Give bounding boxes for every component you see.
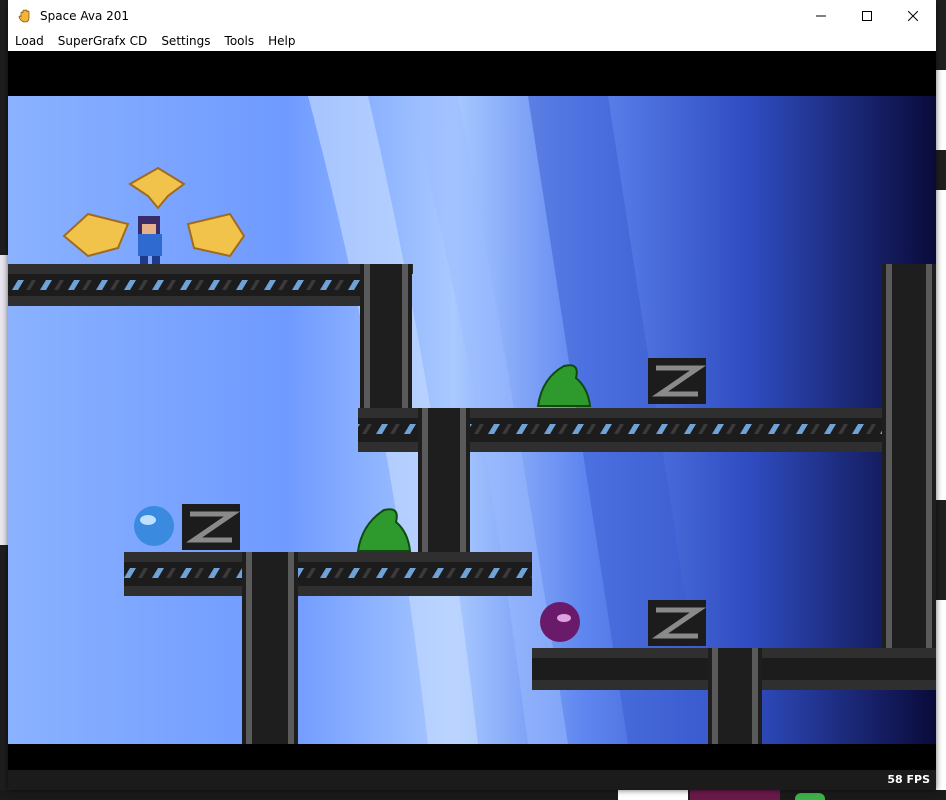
desktop-fragment	[936, 150, 946, 190]
game-screen[interactable]	[8, 96, 936, 744]
window-title: Space Ava 201	[40, 8, 130, 23]
ladder	[402, 264, 408, 414]
ladder	[712, 648, 718, 744]
menu-tools[interactable]: Tools	[218, 31, 262, 51]
ladder	[752, 648, 758, 744]
title-bar[interactable]: Space Ava 201	[8, 0, 936, 31]
desktop-fragment	[795, 793, 825, 800]
purple-orb	[540, 602, 580, 642]
purple-orb-highlight	[557, 614, 571, 622]
blue-orb-highlight	[140, 515, 156, 525]
girder-platform	[124, 552, 532, 562]
minimize-icon	[816, 15, 826, 16]
desktop-bottom-edge	[0, 790, 946, 800]
maximize-button[interactable]	[844, 0, 890, 31]
ladder	[288, 552, 294, 744]
hand-icon	[18, 9, 30, 22]
desktop-right-edge	[936, 0, 946, 800]
girder-platform	[8, 264, 413, 274]
ladder	[422, 408, 428, 554]
menu-help[interactable]: Help	[261, 31, 302, 51]
maximize-icon	[862, 10, 872, 21]
ladder	[926, 264, 932, 648]
blue-orb	[134, 506, 174, 546]
girder-platform	[124, 562, 532, 586]
ladder	[364, 264, 370, 414]
desktop-fragment	[936, 500, 946, 600]
girder-platform	[8, 274, 368, 296]
menu-settings[interactable]: Settings	[154, 31, 217, 51]
game-scene	[8, 96, 936, 744]
game-viewport[interactable]	[8, 51, 936, 770]
girder-platform	[124, 586, 532, 596]
emulator-window: Space Ava 201 Load SuperGrafx CD Setting…	[8, 0, 936, 790]
menu-supergrafx-cd[interactable]: SuperGrafx CD	[51, 31, 155, 51]
menu-load[interactable]: Load	[8, 31, 51, 51]
ladder	[246, 552, 252, 744]
desktop-left-edge	[0, 0, 8, 800]
fps-counter: 58 FPS	[887, 773, 930, 786]
desktop-fragment	[0, 255, 8, 545]
girder-platform	[8, 296, 368, 306]
desktop-fragment	[618, 790, 688, 800]
ladder	[460, 408, 466, 554]
desktop-fragment	[690, 790, 780, 800]
minimize-button[interactable]	[798, 0, 844, 31]
close-button[interactable]	[890, 0, 936, 31]
window-controls	[798, 0, 936, 31]
desktop-fragment	[936, 0, 946, 70]
menu-bar: Load SuperGrafx CD Settings Tools Help	[8, 31, 936, 51]
close-icon	[908, 10, 918, 21]
status-bar: 58 FPS	[8, 770, 936, 790]
ladder	[886, 264, 892, 648]
